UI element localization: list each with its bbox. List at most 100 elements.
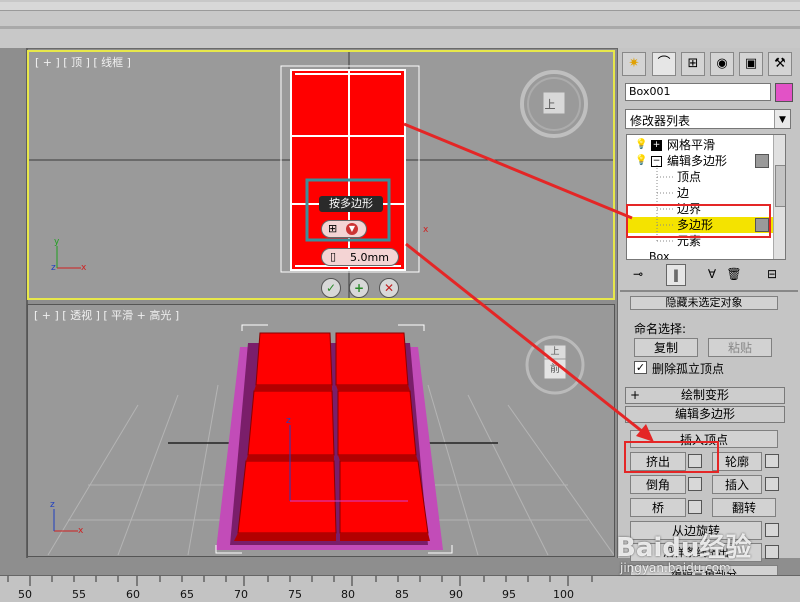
expand-plus-icon[interactable]: + [651, 140, 662, 151]
apply-plus-icon[interactable]: + [349, 278, 369, 298]
svg-text:z: z [50, 500, 55, 510]
left-viewport-edge [0, 48, 28, 558]
ruler-tick-label: 95 [502, 588, 516, 601]
outline-button[interactable]: 轮廓 [712, 452, 762, 471]
modify-tab-icon[interactable]: ⌒ [652, 52, 676, 76]
hinge-settings-icon[interactable] [765, 523, 779, 537]
panel-divider [620, 290, 798, 292]
remove-modifier-icon[interactable]: 🗑 [724, 264, 744, 284]
ruler-tick-label: 65 [180, 588, 194, 601]
stack-toolbar: ⊸ ‖ ∀ 🗑 ⊟ [620, 262, 798, 288]
viewport-top[interactable]: [ + ] [ 顶 ] [ 线框 ] x y z x 上 按多边形 ⊞ ▼ ▯ … [27, 50, 615, 300]
paste-button[interactable]: 粘贴 [708, 338, 772, 357]
paint-deform-rollout[interactable]: + 绘制变形 [625, 387, 785, 404]
modifier-list-label: 修改器列表 [630, 114, 691, 128]
stack-item-box[interactable]: Box [627, 249, 785, 260]
stack-scrollbar[interactable] [773, 135, 785, 259]
create-tab-icon[interactable]: ✷ [622, 52, 646, 76]
stack-item-label: 编辑多边形 [667, 154, 728, 168]
extrude-highlight-box [624, 441, 719, 473]
named-selection-label: 命名选择: [634, 322, 687, 336]
hide-unselected-button[interactable]: 隐藏未选定对象 [630, 296, 778, 310]
view-cube-persp-label[interactable]: 前 [544, 361, 566, 379]
svg-text:x: x [78, 526, 84, 536]
edit-polygons-rollout[interactable]: 编辑多边形 [625, 406, 785, 423]
stack-item-edit-poly[interactable]: 💡 − 编辑多边形 [627, 153, 785, 169]
flip-button[interactable]: 翻转 [712, 498, 776, 517]
chevron-down-icon: ▼ [346, 223, 358, 235]
modifier-list-dropdown[interactable]: 修改器列表 ▼ [625, 109, 791, 129]
rollout-title: 编辑多边形 [674, 407, 735, 421]
ruler-tick-label: 85 [395, 588, 409, 601]
configure-sets-icon[interactable]: ⊟ [762, 264, 782, 284]
rollout-title: 绘制变形 [680, 388, 729, 402]
time-ruler[interactable]: 50 55 60 65 70 75 80 85 90 95 100 [0, 575, 800, 602]
ruler-tick-label: 80 [341, 588, 355, 601]
toolbar-divider [0, 26, 800, 29]
hierarchy-tab-icon[interactable]: ⊞ [681, 52, 705, 76]
modifier-stack[interactable]: 💡 + 网格平滑 💡 − 编辑多边形 顶点 边 边界 多边形 元素 Box [626, 134, 786, 260]
ruler-tick-label: 100 [553, 588, 574, 601]
make-unique-icon[interactable]: ∀ [702, 264, 722, 284]
view-cube-persp-top-label[interactable]: 上 [544, 345, 566, 359]
svg-text:z: z [286, 416, 291, 426]
stack-item-edge[interactable]: 边 [627, 185, 785, 201]
svg-text:y: y [54, 237, 60, 247]
chevron-down-icon: ▼ [774, 110, 790, 128]
ruler-tick-label: 60 [126, 588, 140, 601]
expand-plus-icon: + [630, 388, 641, 402]
caddy-tooltip: 按多边形 [319, 196, 383, 212]
delete-isolated-label: 删除孤立顶点 [652, 362, 725, 376]
display-tab-icon[interactable]: ▣ [739, 52, 763, 76]
pin-stack-icon[interactable]: ⊸ [628, 264, 648, 284]
watermark-logo: Baidu经验 [616, 533, 752, 563]
extrude-type-dropdown[interactable]: ⊞ ▼ [321, 220, 367, 238]
extrude-amount-field[interactable]: ▯ 5.0mm [321, 248, 399, 266]
viewport-persp-canvas: z z x [47, 324, 614, 556]
copy-button[interactable]: 复制 [634, 338, 698, 357]
lightbulb-icon[interactable]: 💡 [635, 137, 647, 153]
ruler-tick-label: 75 [288, 588, 302, 601]
svg-text:z: z [51, 263, 56, 273]
stack-item-status-square [755, 154, 769, 168]
toolbar-strip [0, 2, 800, 11]
polygon-type-icon: ⊞ [328, 222, 338, 235]
stack-item-label: 网格平滑 [667, 138, 716, 152]
inset-settings-icon[interactable] [765, 477, 779, 491]
delete-isolated-checkbox[interactable]: ✓ [634, 361, 647, 374]
stack-item-meshsmooth[interactable]: 💡 + 网格平滑 [627, 137, 785, 153]
ruler-tick-label: 70 [234, 588, 248, 601]
inset-button[interactable]: 插入 [712, 475, 762, 494]
ruler-tick-label: 50 [18, 588, 32, 601]
svg-text:x: x [81, 263, 87, 273]
bevel-settings-icon[interactable] [688, 477, 702, 491]
stack-scroll-thumb[interactable] [775, 165, 785, 207]
stack-item-label: Box [649, 250, 670, 260]
ruler-tick-label: 55 [72, 588, 86, 601]
viewport-perspective[interactable]: [ + ] [ 透视 ] [ 平滑 + 高光 ] z z x 上 前 [27, 304, 615, 557]
stack-item-vertex[interactable]: 顶点 [627, 169, 785, 185]
object-name-field[interactable]: Box001 [625, 83, 771, 101]
bridge-settings-icon[interactable] [688, 500, 702, 514]
cancel-x-icon[interactable]: ✕ [379, 278, 399, 298]
extrude-amount-value[interactable]: 5.0mm [350, 251, 389, 264]
svg-text:x: x [423, 225, 429, 235]
bevel-button[interactable]: 倒角 [630, 475, 686, 494]
watermark-url: jingyan.baidu.com [620, 561, 731, 575]
stack-item-label: 边 [677, 186, 690, 200]
main-toolbar [0, 0, 800, 49]
view-cube-top-label[interactable]: 上 [539, 94, 561, 116]
ok-check-icon[interactable]: ✓ [321, 278, 341, 298]
utilities-tab-icon[interactable]: ⚒ [768, 52, 792, 76]
height-icon: ▯ [330, 250, 337, 263]
lightbulb-icon[interactable]: 💡 [635, 153, 647, 169]
ruler-tick-label: 90 [449, 588, 463, 601]
show-end-result-icon[interactable]: ‖ [666, 264, 686, 286]
command-panel-tabs: ✷ ⌒ ⊞ ◉ ▣ ⚒ [620, 50, 798, 78]
object-color-swatch[interactable] [775, 83, 793, 102]
bridge-button[interactable]: 桥 [630, 498, 686, 517]
collapse-minus-icon[interactable]: − [651, 156, 662, 167]
outline-settings-icon[interactable] [765, 454, 779, 468]
spline-settings-icon[interactable] [765, 545, 779, 559]
motion-tab-icon[interactable]: ◉ [710, 52, 734, 76]
